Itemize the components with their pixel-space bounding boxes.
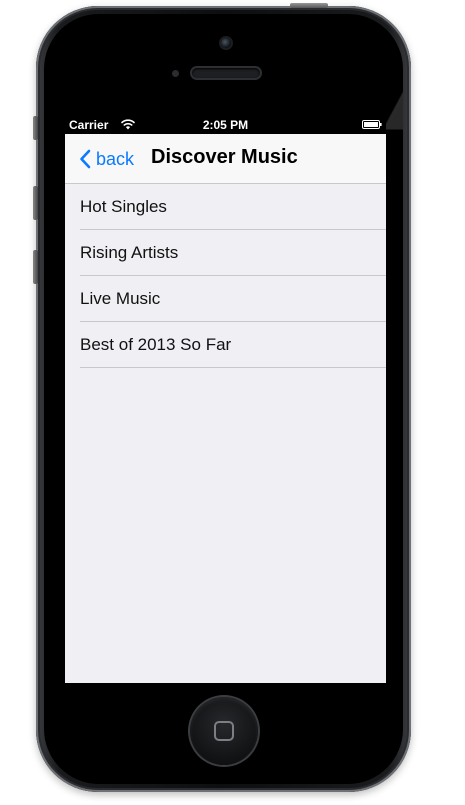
phone-screen: Carrier 2:05 PM back Discover Music Hot …: [65, 116, 386, 683]
chevron-left-icon: [80, 149, 91, 169]
power-button: [290, 3, 328, 8]
battery-icon: [362, 120, 382, 129]
volume-up-button: [33, 186, 38, 220]
discover-list: Hot Singles Rising Artists Live Music Be…: [65, 184, 386, 368]
list-item-hot-singles[interactable]: Hot Singles: [65, 184, 386, 230]
home-button[interactable]: [190, 697, 258, 765]
page-title: Discover Music: [151, 146, 298, 168]
volume-down-button: [33, 250, 38, 284]
back-button-label: back: [96, 148, 135, 169]
list-item-best-of-2013[interactable]: Best of 2013 So Far: [65, 322, 386, 368]
status-time: 2:05 PM: [202, 118, 249, 132]
mute-switch: [33, 116, 38, 140]
list-item-live-music[interactable]: Live Music: [65, 276, 386, 322]
earpiece-speaker: [192, 68, 260, 78]
front-camera: [221, 38, 231, 48]
navigation-bar: back Discover Music: [65, 134, 386, 184]
proximity-sensor: [172, 70, 179, 77]
list-item-rising-artists[interactable]: Rising Artists: [65, 230, 386, 276]
home-button-square: [214, 721, 234, 741]
status-bar: Carrier 2:05 PM: [65, 116, 386, 134]
back-button[interactable]: back: [79, 146, 134, 172]
